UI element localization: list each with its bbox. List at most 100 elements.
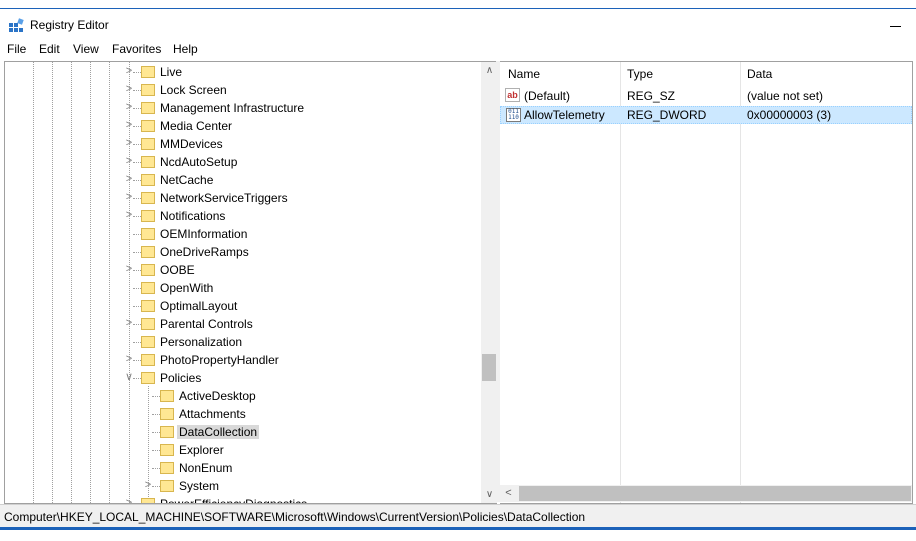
chevron-right-icon[interactable]: > xyxy=(123,65,135,77)
chevron-right-icon[interactable]: > xyxy=(142,479,154,491)
minimize-icon xyxy=(890,26,901,27)
chevron-down-icon[interactable]: ∨ xyxy=(123,371,135,383)
tree-item[interactable]: > Lock Screen xyxy=(5,81,481,99)
tree-item-label: OEMInformation xyxy=(160,227,248,241)
tree-item[interactable]: > NetworkServiceTriggers xyxy=(5,189,481,207)
tree-connector xyxy=(133,252,141,253)
tree-item[interactable]: > MMDevices xyxy=(5,135,481,153)
tree-item[interactable]: > PhotoPropertyHandler xyxy=(5,351,481,369)
column-header-data[interactable]: Data xyxy=(747,67,772,81)
tree-connector xyxy=(152,396,160,397)
chevron-right-icon[interactable]: > xyxy=(123,137,135,149)
tree-item[interactable]: > Notifications xyxy=(5,207,481,225)
column-header-type[interactable]: Type xyxy=(627,67,653,81)
tree-connector xyxy=(152,414,160,415)
registry-tree[interactable]: > Live > Lock Screen > Management Infrastruct… xyxy=(4,61,497,504)
tree-item-label: Live xyxy=(160,65,183,79)
chevron-right-icon[interactable]: > xyxy=(123,497,135,503)
tree-item[interactable]: Personalization xyxy=(5,333,481,351)
column-separator[interactable] xyxy=(740,62,741,503)
tree-item[interactable]: > Parental Controls xyxy=(5,315,481,333)
menu-help[interactable]: Help xyxy=(173,42,198,56)
menu-view[interactable]: View xyxy=(73,42,99,56)
tree-item[interactable]: > Management Infrastructure xyxy=(5,99,481,117)
tree-item-label: Parental Controls xyxy=(160,317,253,331)
tree-item[interactable]: OneDriveRamps xyxy=(5,243,481,261)
tree-item-label-selected: DataCollection xyxy=(177,425,260,439)
tree-item-label: NcdAutoSetup xyxy=(160,155,238,169)
column-header-name[interactable]: Name xyxy=(508,67,540,81)
tree-item[interactable]: > PowerEfficiencyDiagnostics xyxy=(5,495,481,504)
tree-vertical-scrollbar[interactable]: ∧ ∨ xyxy=(481,62,497,503)
tree-item[interactable]: ∨ Policies xyxy=(5,369,481,387)
menu-file[interactable]: File xyxy=(7,42,26,56)
tree-item[interactable]: > NetCache xyxy=(5,171,481,189)
string-value-icon: ab xyxy=(505,88,520,102)
value-type: REG_SZ xyxy=(627,89,676,103)
tree-item[interactable]: OpenWith xyxy=(5,279,481,297)
column-separator[interactable] xyxy=(620,62,621,503)
scroll-left-icon[interactable]: < xyxy=(500,485,517,502)
value-row[interactable]: ab (Default) REG_SZ (value not set) xyxy=(500,87,912,105)
binary-value-icon: 011 110 xyxy=(506,108,521,122)
tree-item[interactable]: NonEnum xyxy=(5,459,481,477)
tree-connector xyxy=(133,342,141,343)
tree-item-label: Policies xyxy=(160,371,202,385)
folder-icon xyxy=(141,156,155,168)
value-name: AllowTelemetry xyxy=(524,108,605,122)
tree-item[interactable]: > OOBE xyxy=(5,261,481,279)
tree-item-label: ActiveDesktop xyxy=(179,389,256,403)
scroll-up-icon[interactable]: ∧ xyxy=(481,62,497,79)
tree-item[interactable]: > NcdAutoSetup xyxy=(5,153,481,171)
tree-connector xyxy=(133,162,141,163)
tree-item[interactable]: Attachments xyxy=(5,405,481,423)
tree-item[interactable]: Explorer xyxy=(5,441,481,459)
tree-connector xyxy=(133,288,141,289)
value-row-selected[interactable]: 011 110 AllowTelemetry REG_DWORD 0x000000… xyxy=(500,106,912,124)
chevron-right-icon[interactable]: > xyxy=(123,173,135,185)
chevron-right-icon[interactable]: > xyxy=(123,191,135,203)
chevron-right-icon[interactable]: > xyxy=(123,83,135,95)
chevron-right-icon[interactable]: > xyxy=(123,209,135,221)
menu-edit[interactable]: Edit xyxy=(39,42,60,56)
tree-connector xyxy=(133,180,141,181)
tree-scroll-thumb[interactable] xyxy=(482,354,497,381)
chevron-right-icon[interactable]: > xyxy=(123,353,135,365)
list-horizontal-scrollbar[interactable]: < xyxy=(500,485,912,502)
chevron-right-icon[interactable]: > xyxy=(123,317,135,329)
tree-connector xyxy=(133,72,141,73)
minimize-button[interactable] xyxy=(880,11,910,37)
chevron-right-icon[interactable]: > xyxy=(123,119,135,131)
tree-item[interactable]: DataCollection xyxy=(5,423,481,441)
values-list[interactable]: Name Type Data ab (Default) REG_SZ (valu… xyxy=(500,61,913,504)
status-path: Computer\HKEY_LOCAL_MACHINE\SOFTWARE\Mic… xyxy=(4,510,586,524)
tree-connector xyxy=(133,108,141,109)
tree-item-label: Explorer xyxy=(179,443,224,457)
tree-item-label: Media Center xyxy=(160,119,233,133)
chevron-right-icon[interactable]: > xyxy=(123,263,135,275)
chevron-right-icon[interactable]: > xyxy=(123,155,135,167)
tree-item-label: OOBE xyxy=(160,263,195,277)
window-title: Registry Editor xyxy=(30,18,109,32)
tree-item-label: OptimalLayout xyxy=(160,299,238,313)
tree-item-label: MMDevices xyxy=(160,137,223,151)
tree-item-label: System xyxy=(179,479,220,493)
chevron-right-icon[interactable]: > xyxy=(123,101,135,113)
tree-item[interactable]: > Media Center xyxy=(5,117,481,135)
folder-icon xyxy=(141,282,155,294)
folder-icon xyxy=(141,192,155,204)
tree-connector xyxy=(133,378,141,379)
menu-favorites[interactable]: Favorites xyxy=(112,42,161,56)
folder-icon xyxy=(141,138,155,150)
tree-item[interactable]: ActiveDesktop xyxy=(5,387,481,405)
tree-item[interactable]: > Live xyxy=(5,63,481,81)
scroll-down-icon[interactable]: ∨ xyxy=(481,486,497,503)
tree-item[interactable]: > System xyxy=(5,477,481,495)
tree-item-label: Management Infrastructure xyxy=(160,101,305,115)
value-name: (Default) xyxy=(524,89,571,103)
tree-item-label: PowerEfficiencyDiagnostics xyxy=(160,497,308,504)
list-scroll-thumb[interactable] xyxy=(519,486,911,501)
folder-icon xyxy=(141,228,155,240)
tree-item[interactable]: OEMInformation xyxy=(5,225,481,243)
tree-item[interactable]: OptimalLayout xyxy=(5,297,481,315)
